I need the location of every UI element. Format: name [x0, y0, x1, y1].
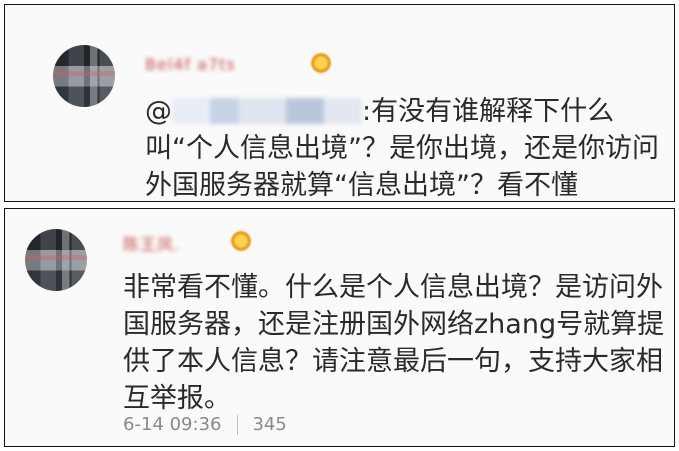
mention-link[interactable]	[172, 98, 362, 124]
comment-text: @:有没有谁解释下什么叫“个人信息出境”？是你出境，还是你访问外国服务器就算“信…	[145, 93, 673, 204]
avatar[interactable]	[25, 229, 87, 291]
avatar[interactable]	[53, 45, 115, 107]
comment-meta: 6-14 09:36 345	[123, 414, 287, 435]
divider	[237, 414, 239, 435]
like-count[interactable]: 345	[252, 414, 286, 435]
mention-at: @	[145, 96, 172, 127]
vip-badge-icon	[311, 53, 331, 73]
comment-text: 非常看不懂。什么是个人信息出境？是访问外国服务器，还是注册国外网络zhang号就…	[123, 272, 665, 414]
comment-card-2: 陈王凤. 非常看不懂。什么是个人信息出境？是访问外国服务器，还是注册国外网络zh…	[4, 208, 675, 447]
vip-badge-icon	[231, 231, 251, 251]
username[interactable]: Bel4f a7ts	[145, 55, 236, 74]
username[interactable]: 陈王凤.	[123, 231, 180, 255]
comment-card-1: Bel4f a7ts @:有没有谁解释下什么叫“个人信息出境”？是你出境，还是你…	[4, 4, 675, 202]
timestamp: 6-14 09:36	[123, 414, 222, 435]
